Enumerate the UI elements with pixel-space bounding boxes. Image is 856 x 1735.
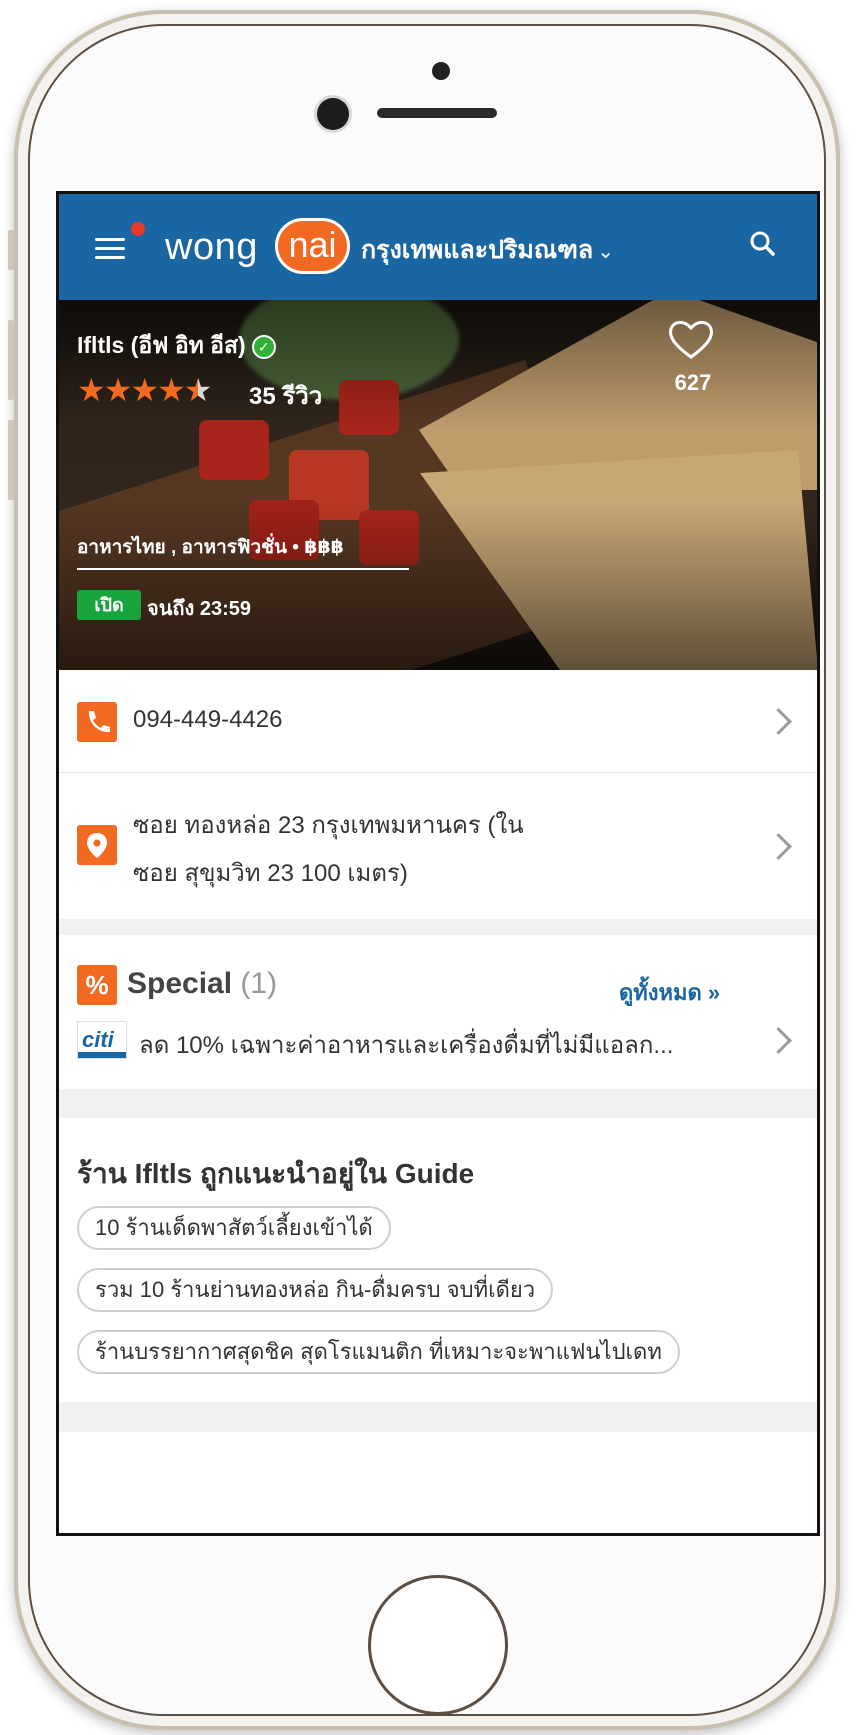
favorite-count: 627 bbox=[674, 370, 712, 395]
chevron-down-icon: ⌄ bbox=[597, 241, 614, 263]
proximity-sensor bbox=[432, 62, 450, 80]
heart-icon[interactable] bbox=[667, 318, 715, 360]
star-icon: ★ bbox=[157, 372, 186, 408]
citi-logo-icon: citi bbox=[77, 1021, 127, 1059]
notification-dot bbox=[131, 222, 145, 236]
guide-section: ร้าน Ifltls ถูกแนะนำอยู่ใน Guide 10 ร้าน… bbox=[59, 1118, 817, 1402]
guide-chip[interactable]: ร้านบรรยากาศสุดชิค สุดโรแมนติก ที่เหมาะจ… bbox=[77, 1330, 680, 1374]
phone-number: 094-449-4426 bbox=[133, 706, 283, 733]
restaurant-name-text: Ifltls (อีฟ อิท อีส) bbox=[77, 332, 246, 358]
restaurant-hero: Ifltls (อีฟ อิท อีส) ✓ ★★★★★ 35 รีวิว 627… bbox=[59, 300, 817, 670]
app-header: wong nai กรุงเทพและปริมณฑล ⌄ bbox=[59, 194, 817, 300]
review-count[interactable]: 35 รีวิว bbox=[249, 376, 322, 415]
guide-chip[interactable]: 10 ร้านเด็ดพาสัตว์เลี้ยงเข้าได้ bbox=[77, 1206, 391, 1250]
home-button[interactable] bbox=[368, 1575, 508, 1715]
phone-side-button bbox=[8, 230, 14, 270]
special-title: % Special (1) bbox=[77, 965, 277, 1005]
special-deal-link[interactable]: ลด 10% เฉพาะค่าอาหารและเครื่องดื่มที่ไม่… bbox=[139, 1025, 673, 1064]
chevron-right-icon bbox=[765, 833, 792, 860]
city-selector[interactable]: กรุงเทพและปริมณฑล ⌄ bbox=[361, 230, 614, 270]
rating-stars: ★★★★★ bbox=[77, 372, 213, 408]
address-line-2: ซอย สุขุมวิท 23 100 เมตร) bbox=[133, 860, 408, 887]
address-line-1: ซอย ทองหล่อ 23 กรุงเทพมหานคร (ใน bbox=[133, 812, 524, 839]
phone-screen: wong nai กรุงเทพและปริมณฑล ⌄ Ifltls (อีฟ … bbox=[56, 191, 820, 1536]
logo-text: wong bbox=[165, 226, 258, 268]
star-icon: ★ bbox=[103, 372, 133, 408]
citi-logo-text: citi bbox=[82, 1027, 114, 1052]
guide-title: ร้าน Ifltls ถูกแนะนำอยู่ใน Guide bbox=[77, 1158, 475, 1189]
restaurant-name: Ifltls (อีฟ อิท อีส) ✓ bbox=[77, 328, 276, 364]
see-all-link[interactable]: ดูทั้งหมด » bbox=[619, 975, 720, 1010]
chevron-right-icon[interactable] bbox=[765, 1027, 792, 1054]
hero-divider bbox=[77, 568, 409, 570]
cuisine-price: อาหารไทย , อาหารฟิวชั่น • ฿฿฿ bbox=[77, 537, 344, 558]
next-section bbox=[59, 1432, 817, 1533]
special-title-text: Special bbox=[127, 966, 233, 1000]
open-status-badge: เปิด bbox=[77, 590, 141, 620]
phone-volume-down bbox=[8, 420, 14, 500]
hamburger-menu-icon[interactable] bbox=[95, 238, 127, 260]
earpiece-speaker bbox=[377, 108, 497, 118]
phone-icon bbox=[77, 702, 117, 742]
verified-check-icon: ✓ bbox=[251, 334, 276, 359]
map-pin-icon bbox=[77, 825, 117, 865]
phone-row[interactable]: 094-449-4426 bbox=[59, 670, 817, 772]
front-camera bbox=[317, 98, 349, 130]
star-icon: ★ bbox=[130, 372, 160, 408]
special-section: % Special (1) ดูทั้งหมด » citi ลด 10% เฉพ… bbox=[59, 935, 817, 1089]
logo-badge: nai bbox=[275, 218, 350, 274]
city-label: กรุงเทพและปริมณฑล bbox=[361, 236, 594, 264]
percent-icon: % bbox=[77, 965, 117, 1005]
star-icon: ★ bbox=[77, 372, 106, 408]
address-row[interactable]: ซอย ทองหล่อ 23 กรุงเทพมหานคร (ใน ซอย สุข… bbox=[59, 773, 817, 919]
phone-volume-up bbox=[8, 320, 14, 400]
guide-chip[interactable]: รวม 10 ร้านย่านทองหล่อ กิน-ดื่มครบ จบที่… bbox=[77, 1268, 554, 1312]
open-hours: จนถึง 23:59 bbox=[147, 598, 251, 620]
search-icon[interactable] bbox=[749, 230, 775, 256]
star-icon: ★ bbox=[183, 372, 213, 408]
chevron-right-icon bbox=[765, 708, 792, 735]
special-count: (1) bbox=[240, 966, 278, 1000]
